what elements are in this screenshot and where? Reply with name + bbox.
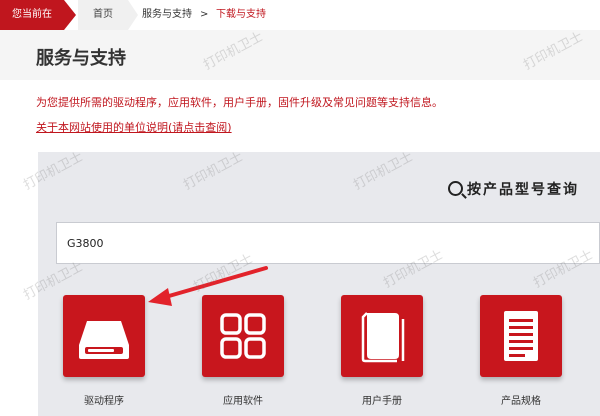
breadcrumb-service-link[interactable]: 服务与支持 bbox=[142, 0, 192, 30]
tile-drivers[interactable] bbox=[63, 295, 145, 377]
unit-note-link[interactable]: 关于本网站使用的单位说明(请点击查阅) bbox=[36, 119, 232, 135]
model-search-input[interactable] bbox=[56, 222, 600, 264]
breadcrumb-arrow bbox=[64, 0, 76, 30]
breadcrumb-separator: > bbox=[200, 9, 209, 20]
manual-book-icon bbox=[361, 312, 405, 363]
tile-drivers-label: 驱动程序 bbox=[84, 396, 124, 407]
breadcrumb-current: 下载与支持 bbox=[216, 9, 266, 20]
breadcrumb-home-arrow bbox=[128, 0, 138, 30]
breadcrumb: 您当前在 首页 服务与支持 > 下载与支持 bbox=[0, 0, 600, 31]
search-icon bbox=[448, 181, 463, 196]
tile-manuals-label: 用户手册 bbox=[362, 396, 402, 407]
tile-specs-label: 产品规格 bbox=[501, 396, 541, 407]
app-grid-icon bbox=[220, 313, 266, 359]
search-heading: 按产品型号查询 bbox=[448, 179, 579, 199]
tile-manuals[interactable] bbox=[341, 295, 423, 377]
tile-apps-label: 应用软件 bbox=[223, 396, 263, 407]
breadcrumb-home-link[interactable]: 首页 bbox=[78, 0, 128, 30]
breadcrumb-location-label: 您当前在 bbox=[0, 0, 64, 30]
spec-document-icon bbox=[504, 311, 538, 361]
search-heading-text: 按产品型号查询 bbox=[467, 182, 579, 198]
tile-apps[interactable] bbox=[202, 295, 284, 377]
hard-drive-icon bbox=[79, 321, 129, 359]
tile-specs[interactable] bbox=[480, 295, 562, 377]
intro-text: 为您提供所需的驱动程序，应用软件，用户手册，固件升级及常见问题等支持信息。 bbox=[36, 96, 443, 109]
page-title: 服务与支持 bbox=[36, 48, 126, 69]
